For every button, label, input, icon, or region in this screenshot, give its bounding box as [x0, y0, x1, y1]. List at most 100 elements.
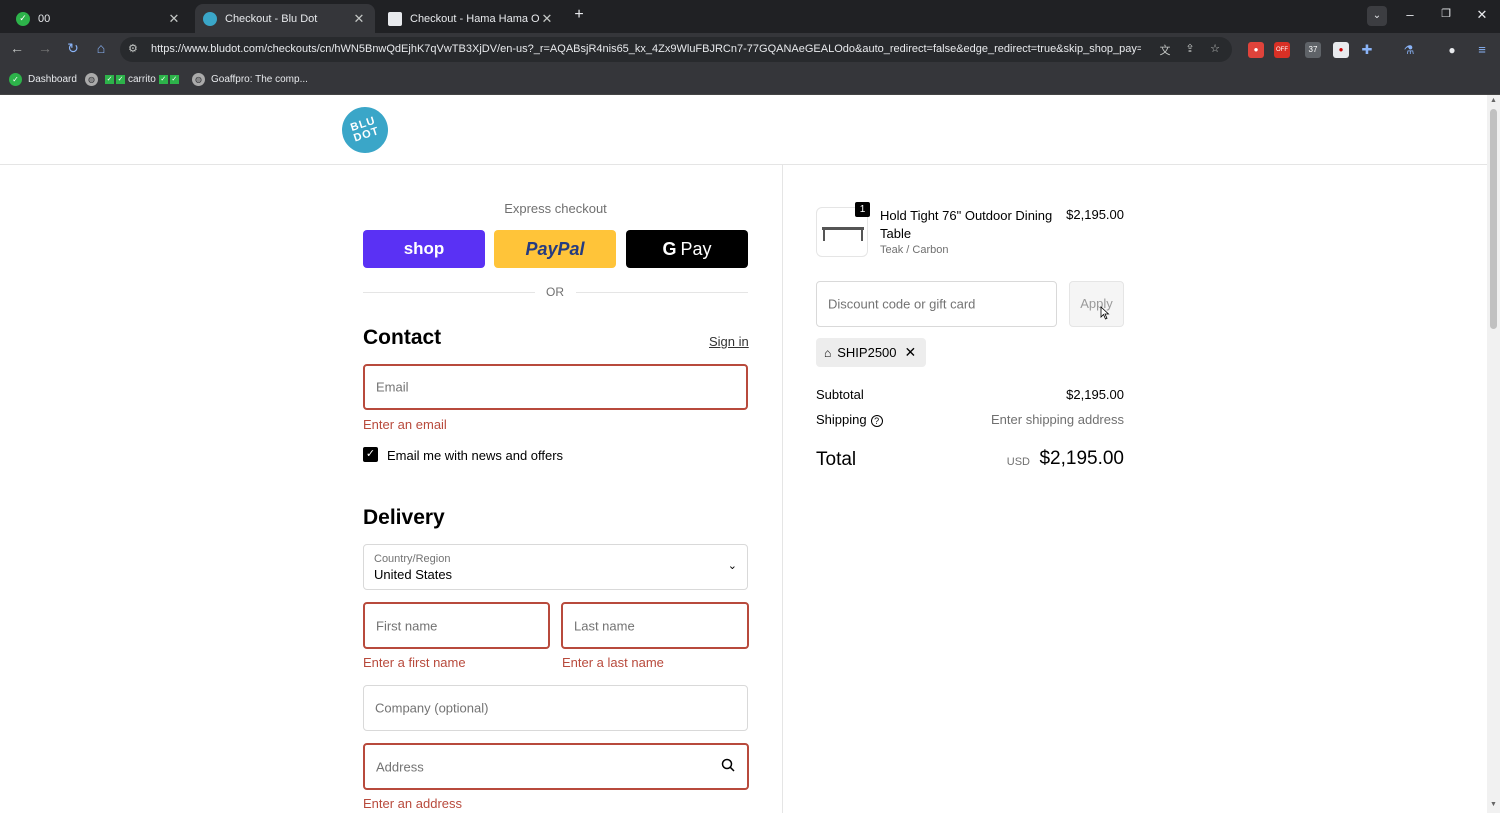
- tab-title: Checkout - Blu Dot: [225, 12, 318, 25]
- total-currency: USD: [1006, 456, 1030, 468]
- check-icon: ✓: [169, 75, 179, 84]
- bookmark-item[interactable]: ✓ Dashboard: [9, 73, 77, 86]
- country-select[interactable]: Country/Region United States ⌄: [363, 544, 748, 590]
- shop-pay-button[interactable]: shop: [363, 230, 485, 268]
- bookmark-label: Dashboard: [28, 74, 77, 85]
- extensions-puzzle-icon[interactable]: ✚: [1359, 42, 1375, 58]
- column-divider: [782, 165, 783, 813]
- last-name-field[interactable]: Last name: [561, 602, 749, 649]
- country-label: Country/Region: [374, 553, 451, 565]
- bookmark-favicon-icon: ✓: [9, 73, 22, 86]
- scroll-up-icon[interactable]: ▲: [1489, 97, 1498, 104]
- discount-placeholder: Discount code or gift card: [828, 296, 976, 312]
- globe-icon: ◍: [85, 73, 98, 86]
- url-text[interactable]: https://www.bludot.com/checkouts/cn/hWN5…: [151, 43, 1141, 55]
- translate-icon[interactable]: 文: [1157, 42, 1173, 58]
- back-icon[interactable]: ←: [8, 40, 26, 56]
- blu-dot-logo[interactable]: BLU DOT: [336, 101, 394, 159]
- apply-discount-button[interactable]: Apply: [1069, 281, 1124, 327]
- site-info-icon[interactable]: ⚙: [128, 42, 142, 56]
- paypal-button[interactable]: PayPal: [494, 230, 616, 268]
- tab-title: Checkout - Hama Hama Oyster: [410, 12, 539, 25]
- discount-code-field[interactable]: Discount code or gift card: [816, 281, 1057, 327]
- home-icon[interactable]: ⌂: [92, 40, 110, 56]
- share-icon[interactable]: ⇪: [1182, 42, 1198, 55]
- shop-pay-label: shop: [403, 239, 445, 258]
- help-question-icon[interactable]: ?: [870, 414, 883, 427]
- labs-flask-icon[interactable]: ⚗: [1401, 42, 1417, 58]
- delivery-heading: Delivery: [363, 506, 445, 529]
- bookmark-item[interactable]: ◍ Goaffpro: The comp...: [192, 73, 308, 86]
- first-name-placeholder: First name: [376, 618, 438, 633]
- email-field[interactable]: Email: [363, 364, 748, 410]
- extension-icon[interactable]: 37: [1305, 42, 1321, 58]
- bookmark-label: carrito: [128, 74, 156, 85]
- address-field[interactable]: Address: [363, 743, 749, 790]
- scroll-down-icon[interactable]: ▼: [1489, 801, 1498, 808]
- restore-icon[interactable]: ❐: [1436, 7, 1456, 20]
- quantity-badge: 1: [855, 202, 870, 217]
- checkout-page: BLU DOT Express checkout shop PayPal G Pa…: [0, 95, 1487, 813]
- express-checkout-label: Express checkout: [504, 201, 607, 216]
- newsletter-checkbox[interactable]: ✓: [363, 447, 378, 462]
- subtotal-value: $2,195.00: [1066, 387, 1124, 402]
- new-tab-icon[interactable]: +: [570, 6, 588, 24]
- browser-tab[interactable]: ✓ 00 ✕: [8, 4, 190, 33]
- checkout-header: BLU DOT: [0, 95, 1487, 165]
- bookmark-label: Goaffpro: The comp...: [211, 74, 308, 85]
- shipping-row-label: Shipping?: [816, 412, 883, 427]
- forward-icon[interactable]: →: [36, 40, 54, 56]
- browser-tab[interactable]: Checkout - Hama Hama Oyster ✕: [380, 4, 563, 33]
- minimize-icon[interactable]: –: [1400, 7, 1420, 22]
- product-variant: Teak / Carbon: [880, 244, 949, 256]
- product-price: $2,195.00: [1066, 207, 1124, 222]
- first-name-field[interactable]: First name: [363, 602, 550, 649]
- bookmark-item[interactable]: ◍ ✓ ✓ carrito ✓ ✓: [85, 73, 180, 86]
- check-icon: ✓: [105, 75, 114, 84]
- profile-icon[interactable]: ●: [1444, 42, 1460, 58]
- company-placeholder: Company (optional): [375, 700, 489, 716]
- or-divider-line: [363, 292, 535, 293]
- shipping-label: Shipping: [816, 412, 867, 427]
- address-placeholder: Address: [376, 759, 424, 774]
- applied-discount-chip: ⌂ SHIP2500 ✕: [816, 338, 927, 367]
- country-value: United States: [374, 567, 453, 582]
- google-pay-button[interactable]: G Pay: [626, 230, 748, 268]
- tab-title: 00: [38, 12, 51, 25]
- close-tab-icon[interactable]: ✕: [351, 11, 367, 27]
- browser-tab-active[interactable]: Checkout - Blu Dot ✕: [195, 4, 375, 33]
- sign-in-link[interactable]: Sign in: [709, 334, 749, 349]
- scrollbar-thumb[interactable]: [1490, 109, 1497, 329]
- total-label: Total: [816, 449, 857, 470]
- bookmarks-bar: ✓ Dashboard ◍ ✓ ✓ carrito ✓ ✓ ◍ Goaffpro: …: [0, 66, 1500, 95]
- search-icon[interactable]: [721, 758, 735, 772]
- or-divider-line: [576, 292, 748, 293]
- browser-toolbar: ← → ↻ ⌂ ⚙ https://www.bludot.com/checkou…: [0, 33, 1500, 66]
- reload-icon[interactable]: ↻: [64, 40, 82, 57]
- company-field[interactable]: Company (optional): [363, 685, 748, 731]
- globe-icon: ◍: [192, 73, 205, 86]
- google-g-icon: G: [662, 238, 677, 259]
- check-icon: ✓: [158, 75, 168, 84]
- extension-off-icon[interactable]: OFF: [1274, 42, 1290, 58]
- extension-icon[interactable]: ●: [1248, 42, 1264, 58]
- chevron-down-icon: ⌄: [727, 560, 737, 572]
- close-window-icon[interactable]: ✕: [1472, 7, 1492, 23]
- close-tab-icon[interactable]: ✕: [539, 11, 555, 27]
- address-bar[interactable]: ⚙ https://www.bludot.com/checkouts/cn/hW…: [120, 37, 1232, 62]
- page-scrollbar[interactable]: ▲ ▼: [1487, 95, 1500, 813]
- last-name-placeholder: Last name: [574, 618, 635, 633]
- tab-favicon-icon: [388, 11, 402, 26]
- tag-icon: ⌂: [824, 345, 832, 360]
- paypal-label: PayPal: [525, 238, 585, 259]
- first-name-error: Enter a first name: [363, 655, 466, 670]
- menu-icon[interactable]: ≡: [1474, 42, 1490, 58]
- tab-favicon-icon: [203, 11, 217, 26]
- tab-search-chevron-icon[interactable]: ⌄: [1367, 6, 1387, 26]
- discount-code-label: SHIP2500: [837, 345, 897, 360]
- extension-icon[interactable]: ●: [1333, 42, 1349, 58]
- bookmark-star-icon[interactable]: ☆: [1207, 42, 1223, 55]
- remove-discount-icon[interactable]: ✕: [905, 344, 917, 361]
- close-tab-icon[interactable]: ✕: [166, 11, 182, 27]
- mouse-cursor-icon: [1100, 306, 1110, 320]
